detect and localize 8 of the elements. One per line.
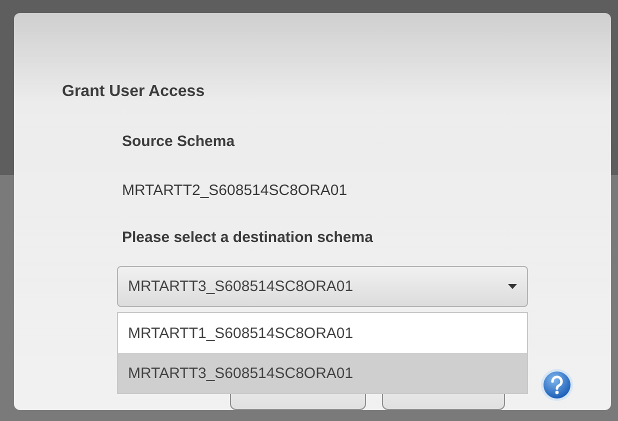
help-icon[interactable]	[540, 368, 574, 402]
caret-icon	[508, 284, 517, 289]
source-label: Source Schema	[122, 133, 236, 150]
dialog-title: Grant User Access	[62, 83, 206, 101]
dropdown-option[interactable]: MRTARTT3_S608514SC8ORA01	[118, 353, 527, 393]
source-value: MRTARTT2_S608514SC8ORA01	[122, 182, 348, 199]
destination-select[interactable]: MRTARTT3_S608514SC8ORA01	[117, 266, 528, 307]
destination-label: Please select a destination schema	[122, 229, 374, 246]
